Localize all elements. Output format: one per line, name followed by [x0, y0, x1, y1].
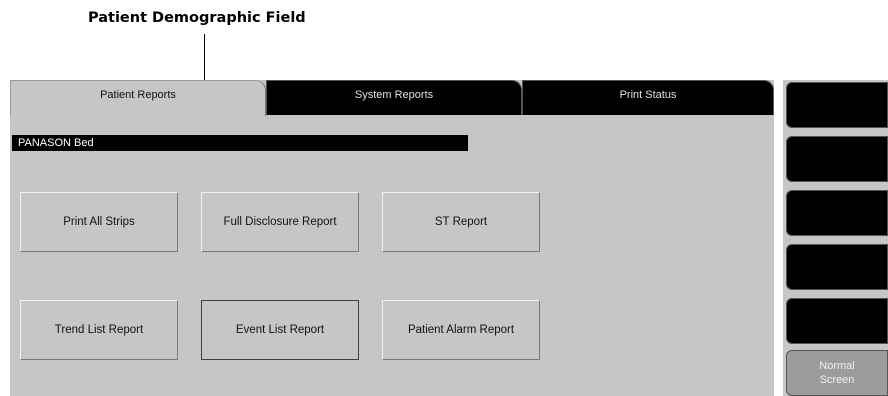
print-all-strips-button[interactable]: Print All Strips: [20, 192, 178, 252]
normal-screen-button[interactable]: Normal Screen: [786, 350, 888, 396]
softkey-1[interactable]: [786, 82, 888, 128]
callout-label: Patient Demographic Field: [88, 10, 306, 26]
softkey-5[interactable]: [786, 298, 888, 344]
st-report-button[interactable]: ST Report: [382, 192, 540, 252]
tab-system-reports[interactable]: System Reports: [266, 80, 522, 115]
softkey-4[interactable]: [786, 244, 888, 290]
full-disclosure-report-button[interactable]: Full Disclosure Report: [201, 192, 359, 252]
softkey-2[interactable]: [786, 136, 888, 182]
event-list-report-button[interactable]: Event List Report: [201, 300, 359, 360]
trend-list-report-button[interactable]: Trend List Report: [20, 300, 178, 360]
tab-patient-reports[interactable]: Patient Reports: [10, 80, 266, 116]
normal-screen-label-line2: Screen: [819, 374, 855, 386]
patient-demographic-field[interactable]: PANASON Bed: [12, 135, 468, 151]
normal-screen-label-line1: Normal: [819, 360, 855, 372]
softkey-3[interactable]: [786, 190, 888, 236]
report-tabs: Patient Reports System Reports Print Sta…: [10, 80, 774, 116]
patient-alarm-report-button[interactable]: Patient Alarm Report: [382, 300, 540, 360]
tab-print-status[interactable]: Print Status: [522, 80, 774, 115]
report-screen: Patient Demographic Field Patient Report…: [0, 0, 888, 396]
